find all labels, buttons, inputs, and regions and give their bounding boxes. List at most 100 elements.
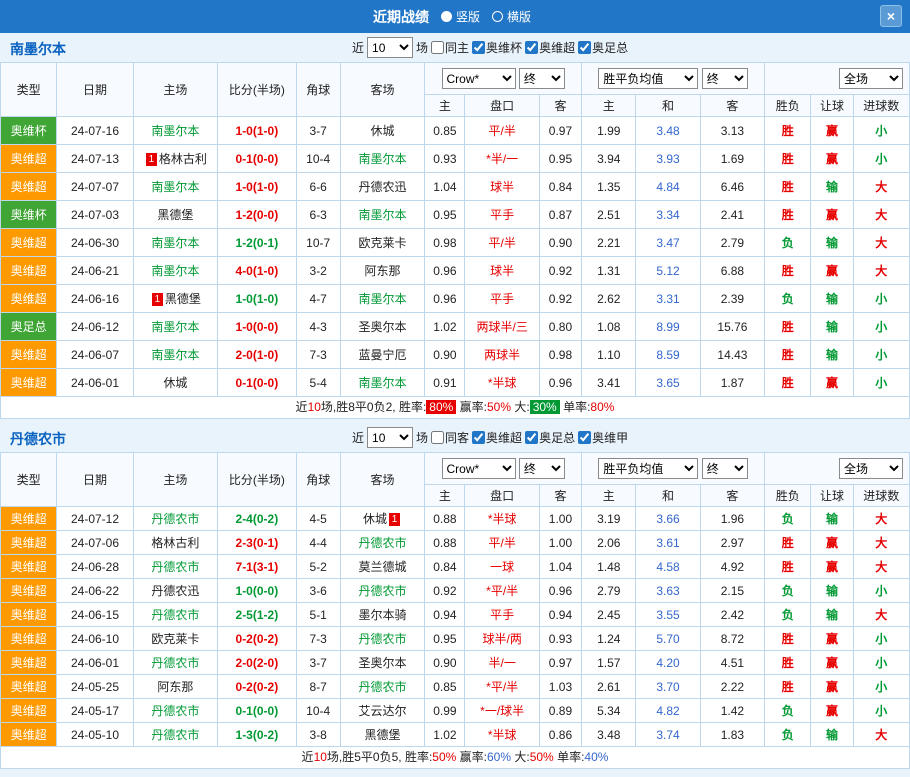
result-handicap: 输: [811, 341, 853, 369]
asia-away-odds: 0.90: [539, 229, 581, 257]
same-home-checkbox[interactable]: 同主: [431, 39, 469, 56]
result-handicap: 赢: [811, 117, 853, 145]
euro-away-odds: 1.42: [700, 699, 764, 723]
match-row: 奥维超24-05-17丹德农市0-1(0-0)10-4艾云达尔0.99*一/球半…: [1, 699, 910, 723]
team-name: 黑德堡: [165, 292, 201, 306]
away-team: 黑德堡: [340, 723, 424, 747]
league-filter-label: 奥维超: [486, 429, 522, 446]
asia-away-odds: 0.92: [539, 257, 581, 285]
odds-time-select[interactable]: 终: [519, 458, 565, 479]
asia-handicap: *半球: [465, 723, 539, 747]
league-filter-checkbox[interactable]: 奥足总: [525, 429, 575, 446]
corner-count: 3-6: [296, 579, 340, 603]
result-wdl: 胜: [765, 369, 811, 397]
scope-select[interactable]: 全场: [839, 68, 903, 89]
team-name: 丹德农市: [151, 656, 199, 670]
asia-away-odds: 0.95: [539, 145, 581, 173]
same-away-checkbox[interactable]: 同客: [431, 429, 469, 446]
col-wdl: 胜负: [765, 485, 811, 507]
close-icon[interactable]: ×: [880, 5, 902, 27]
asia-away-odds: 1.00: [539, 531, 581, 555]
result-handicap: 赢: [811, 369, 853, 397]
scope-select[interactable]: 全场: [839, 458, 903, 479]
layout-option-horizontal[interactable]: 横版: [492, 8, 531, 25]
result-handicap: 赢: [811, 675, 853, 699]
league-filter-input[interactable]: [525, 41, 538, 54]
avg-odds-select[interactable]: 胜平负均值: [598, 68, 698, 89]
layout-option-vertical[interactable]: 竖版: [441, 8, 480, 25]
col-let-goal: 让球: [811, 485, 853, 507]
result-handicap: 赢: [811, 555, 853, 579]
away-team: 蓝曼宁厄: [340, 341, 424, 369]
asia-away-odds: 0.84: [539, 173, 581, 201]
league-filter-checkbox[interactable]: 奥足总: [578, 39, 628, 56]
league-filter-input[interactable]: [578, 431, 591, 444]
league-filter-checkbox[interactable]: 奥维甲: [578, 429, 628, 446]
same-away-checkbox-input[interactable]: [431, 431, 444, 444]
match-count-select[interactable]: 10: [367, 37, 413, 58]
result-handicap: 赢: [811, 531, 853, 555]
euro-home-odds: 2.06: [582, 531, 636, 555]
league-type: 奥维超: [1, 531, 57, 555]
league-filter-input[interactable]: [472, 41, 485, 54]
col-handicap: 盘口: [465, 485, 539, 507]
odds-time-select[interactable]: 终: [519, 68, 565, 89]
asia-away-odds: 0.92: [539, 285, 581, 313]
asia-handicap: 平手: [465, 201, 539, 229]
match-score: 2-0(1-0): [218, 341, 296, 369]
match-count-select[interactable]: 10: [367, 427, 413, 448]
euro-away-odds: 6.46: [700, 173, 764, 201]
result-goals: 小: [853, 145, 909, 173]
match-score: 0-1(0-0): [218, 369, 296, 397]
league-filter-checkbox[interactable]: 奥维超: [472, 429, 522, 446]
col-asia-away: 客: [539, 95, 581, 117]
same-home-checkbox-input[interactable]: [431, 41, 444, 54]
league-type: 奥维超: [1, 675, 57, 699]
result-goals: 小: [853, 369, 909, 397]
euro-odds-controls: 胜平负均值 终: [582, 453, 765, 485]
horizontal-radio-icon[interactable]: [492, 11, 503, 22]
result-handicap: 输: [811, 603, 853, 627]
team-name: 欧克莱卡: [151, 632, 199, 646]
team-name: 圣奥尔本: [359, 656, 407, 670]
match-score: 0-1(0-0): [218, 699, 296, 723]
league-filter-input[interactable]: [578, 41, 591, 54]
team-name: 格林古利: [159, 152, 207, 166]
vertical-radio-icon[interactable]: [441, 11, 452, 22]
avg-time-select[interactable]: 终: [702, 68, 748, 89]
league-filter-checkbox[interactable]: 奥维超: [525, 39, 575, 56]
euro-away-odds: 4.51: [700, 651, 764, 675]
team-name: 南墨尔本: [151, 124, 199, 138]
asia-home-odds: 0.84: [425, 555, 465, 579]
avg-time-select[interactable]: 终: [702, 458, 748, 479]
asia-home-odds: 1.04: [425, 173, 465, 201]
near-label: 近: [352, 429, 364, 446]
away-team: 圣奥尔本: [340, 313, 424, 341]
result-handicap: 输: [811, 313, 853, 341]
odds-company-select[interactable]: Crow*: [442, 68, 516, 89]
league-filter-label: 奥维杯: [486, 39, 522, 56]
home-team: 丹德农市: [133, 507, 217, 531]
odds-company-select[interactable]: Crow*: [442, 458, 516, 479]
team-name: 南墨尔本: [151, 320, 199, 334]
euro-away-odds: 1.87: [700, 369, 764, 397]
avg-odds-select[interactable]: 胜平负均值: [598, 458, 698, 479]
league-filter-checkbox[interactable]: 奥维杯: [472, 39, 522, 56]
summary-pre: 近: [302, 750, 314, 764]
stat-label: 赢率:: [456, 750, 487, 764]
league-filter-input[interactable]: [472, 431, 485, 444]
away-team: 莫兰德城: [340, 555, 424, 579]
match-row: 奥维超24-07-06格林古利2-3(0-1)4-4丹德农市0.88平/半1.0…: [1, 531, 910, 555]
home-team: 格林古利: [133, 531, 217, 555]
league-filter-input[interactable]: [525, 431, 538, 444]
result-handicap: 赢: [811, 699, 853, 723]
match-row: 奥维杯24-07-03黑德堡1-2(0-0)6-3南墨尔本0.95平手0.872…: [1, 201, 910, 229]
match-score: 0-2(0-2): [218, 627, 296, 651]
asia-away-odds: 0.96: [539, 369, 581, 397]
match-date: 24-07-13: [57, 145, 133, 173]
result-goals: 大: [853, 531, 909, 555]
euro-away-odds: 2.41: [700, 201, 764, 229]
home-team: 南墨尔本: [133, 117, 217, 145]
asia-handicap: 球半/两: [465, 627, 539, 651]
euro-home-odds: 3.48: [582, 723, 636, 747]
